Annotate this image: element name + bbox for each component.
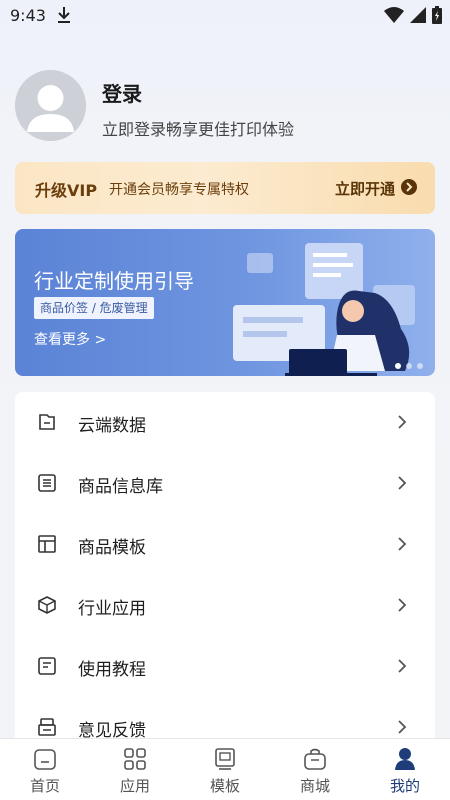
- chevron-right-icon: [397, 475, 407, 495]
- status-bar: 9:43: [0, 0, 450, 30]
- guide-banner[interactable]: 行业定制使用引导 商品价签 / 危废管理 查看更多 >: [15, 229, 435, 376]
- tab-label: 首页: [29, 777, 60, 795]
- tab-profile[interactable]: 我的: [360, 739, 450, 800]
- banner-title: 行业定制使用引导: [34, 269, 194, 293]
- menu-item-cloud-data[interactable]: 云端数据: [15, 392, 435, 453]
- menu-item-label: 商品信息库: [78, 477, 163, 497]
- banner-illustration: [233, 243, 415, 376]
- profile-header[interactable]: 登录 立即登录畅享更佳打印体验: [15, 70, 435, 142]
- menu-item-label: 商品模板: [78, 538, 146, 558]
- login-subtitle: 立即登录畅享更佳打印体验: [102, 120, 295, 139]
- bottom-tab-bar: 首页 应用 模板 商城 我的: [0, 738, 450, 800]
- carousel-dot[interactable]: [406, 363, 412, 369]
- avatar[interactable]: [15, 70, 86, 141]
- template-icon: [213, 747, 237, 771]
- menu-list: 云端数据 商品信息库 商品模板 行业应用 使用教程 意见反馈: [15, 392, 435, 752]
- apps-icon: [123, 747, 147, 771]
- menu-item-product-library[interactable]: 商品信息库: [15, 453, 435, 514]
- carousel-dot[interactable]: [395, 363, 401, 369]
- status-icons: [384, 6, 442, 28]
- tab-apps[interactable]: 应用: [90, 739, 180, 800]
- cloud-data-icon: [37, 412, 57, 432]
- menu-item-label: 使用教程: [78, 660, 146, 680]
- menu-item-label: 云端数据: [78, 416, 146, 436]
- tab-label: 我的: [389, 777, 420, 795]
- home-icon: [33, 747, 57, 771]
- profile-icon: [393, 747, 417, 771]
- chevron-right-icon: [397, 597, 407, 617]
- chevron-right-icon: [397, 658, 407, 678]
- vip-upgrade-bar[interactable]: 升级VIP 开通会员畅享专属特权 立即开通: [15, 162, 435, 214]
- vip-title: 升级VIP: [35, 181, 98, 200]
- menu-item-product-template[interactable]: 商品模板: [15, 514, 435, 575]
- feedback-icon: [37, 717, 57, 737]
- tutorial-icon: [37, 656, 57, 676]
- menu-item-industry-apps[interactable]: 行业应用: [15, 575, 435, 636]
- menu-item-tutorial[interactable]: 使用教程: [15, 636, 435, 697]
- tab-home[interactable]: 首页: [0, 739, 90, 800]
- tab-label: 商城: [299, 777, 330, 795]
- carousel-indicators: [395, 363, 423, 369]
- vip-description: 开通会员畅享专属特权: [109, 182, 249, 198]
- login-title[interactable]: 登录: [102, 78, 142, 107]
- signal-icon: [410, 7, 426, 27]
- banner-tag: 商品价签 / 危废管理: [34, 297, 154, 319]
- banner-more-link[interactable]: 查看更多 >: [34, 329, 106, 349]
- menu-item-label: 行业应用: [78, 599, 146, 619]
- chevron-right-icon: [397, 536, 407, 556]
- carousel-dot[interactable]: [417, 363, 423, 369]
- cube-icon: [37, 595, 57, 615]
- wifi-icon: [384, 7, 404, 27]
- download-icon: [56, 6, 72, 28]
- vip-open-button[interactable]: 立即开通: [335, 178, 395, 199]
- tab-label: 模板: [209, 777, 240, 795]
- arrow-right-icon: [401, 179, 417, 195]
- shop-icon: [303, 747, 327, 771]
- tab-label: 应用: [119, 777, 150, 795]
- chevron-right-icon: [397, 414, 407, 434]
- list-icon: [37, 473, 57, 493]
- battery-icon: [432, 6, 442, 28]
- tab-templates[interactable]: 模板: [180, 739, 270, 800]
- tab-shop[interactable]: 商城: [270, 739, 360, 800]
- status-time: 9:43: [10, 6, 46, 25]
- template-icon: [37, 534, 57, 554]
- chevron-right-icon: [397, 719, 407, 739]
